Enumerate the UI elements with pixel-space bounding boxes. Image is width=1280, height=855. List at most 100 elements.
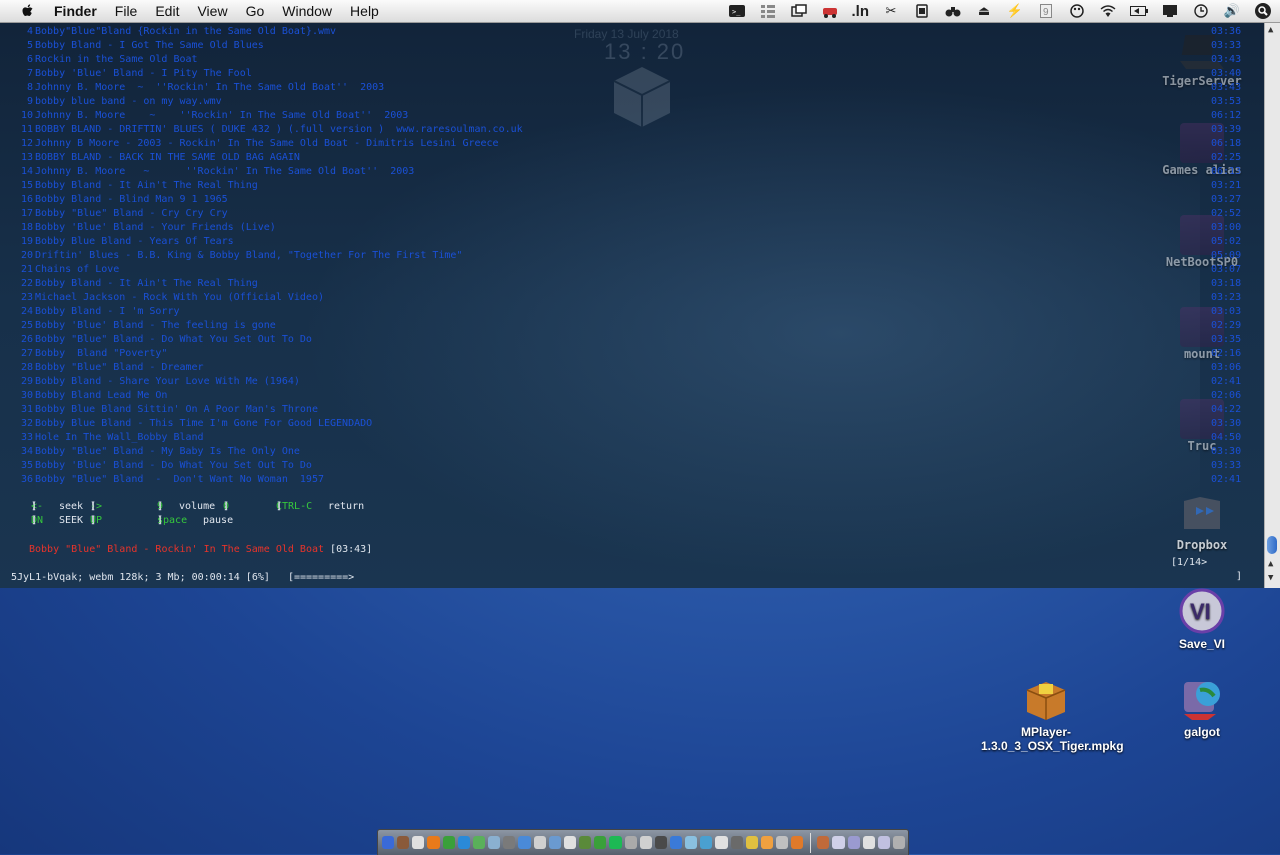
- playlist-row[interactable]: 16 Bobby Bland - Blind Man 9 1 1965: [7, 193, 523, 207]
- dock-folder-icon[interactable]: [877, 836, 891, 849]
- scissors-icon[interactable]: ✂: [882, 3, 900, 19]
- playlist-row[interactable]: 7 Bobby 'Blue' Bland - I Pity The Fool: [7, 67, 523, 81]
- playlist-row[interactable]: 25 Bobby 'Blue' Bland - The feeling is go…: [7, 319, 523, 333]
- dock-app-icon[interactable]: [654, 836, 667, 849]
- menu-help[interactable]: Help: [350, 3, 379, 19]
- palette-icon[interactable]: [1068, 3, 1086, 19]
- terminal-icon[interactable]: >_: [728, 3, 746, 19]
- playlist-row[interactable]: 17 Bobby "Blue" Bland - Cry Cry Cry: [7, 207, 523, 221]
- dock-app-icon[interactable]: [518, 836, 531, 849]
- playlist-row[interactable]: 27 Bobby Bland "Poverty": [7, 347, 523, 361]
- dock-folder-icon[interactable]: [817, 836, 830, 849]
- dock-app-icon[interactable]: [624, 836, 637, 849]
- dock-app-icon[interactable]: [488, 836, 501, 849]
- dock-app-icon[interactable]: [457, 836, 470, 849]
- apple-menu-icon[interactable]: [20, 3, 36, 19]
- dock-app-icon[interactable]: [472, 836, 486, 849]
- dock-app-icon[interactable]: [715, 836, 728, 849]
- terminal-window[interactable]: Friday 13 July 2018 13 : 20 TigerServer …: [0, 23, 1280, 588]
- playlist-row[interactable]: 14 Johnny B. Moore ~ ''Rockin' In The Sam…: [7, 165, 523, 179]
- playlist-row[interactable]: 22 Bobby Bland - It Ain't The Real Thing: [7, 277, 523, 291]
- bolt-icon[interactable]: ⚡: [1006, 3, 1024, 19]
- wifi-icon[interactable]: [1099, 3, 1117, 19]
- dock-app-icon[interactable]: [609, 836, 622, 849]
- dock-app-icon[interactable]: [760, 836, 774, 849]
- playlist-row[interactable]: 11 BOBBY BLAND - DRIFTIN' BLUES ( DUKE 43…: [7, 123, 523, 137]
- eject-icon[interactable]: ⏏: [975, 3, 993, 19]
- playlist-row[interactable]: 24 Bobby Bland - I 'm Sorry: [7, 305, 523, 319]
- playlist-row[interactable]: 4 Bobby"Blue"Bland {Rockin in the Same Ol…: [7, 25, 523, 39]
- playlist-row[interactable]: 35 Bobby 'Blue' Bland - Do What You Set O…: [7, 459, 523, 473]
- dock-folder-icon[interactable]: [893, 836, 906, 849]
- ln-menu-text[interactable]: .ln: [852, 3, 870, 20]
- dock-app-icon[interactable]: [730, 836, 743, 849]
- playlist-row[interactable]: 9 bobby blue band - on my way.wmv: [7, 95, 523, 109]
- dock-app-icon[interactable]: [563, 836, 577, 849]
- binoculars-icon[interactable]: [944, 3, 962, 19]
- playlist-row[interactable]: 28 Bobby "Blue" Bland - Dreamer: [7, 361, 523, 375]
- nine-icon[interactable]: 9: [1037, 3, 1055, 19]
- playlist-row[interactable]: 8 Johnny B. Moore ~ ''Rockin' In The Same…: [7, 81, 523, 95]
- playlist-row[interactable]: 36 Bobby "Blue" Bland - Don't Want No Wom…: [7, 473, 523, 487]
- dock-app-icon[interactable]: [579, 836, 592, 849]
- dock-app-icon[interactable]: [639, 836, 652, 849]
- car-icon[interactable]: [821, 3, 839, 19]
- playlist-row[interactable]: 12 Johnny B Moore - 2003 - Rockin' In The…: [7, 137, 523, 151]
- desktop-icon-truc[interactable]: Truc: [1137, 399, 1267, 453]
- playlist-row[interactable]: 30 Bobby Bland Lead Me On: [7, 389, 523, 403]
- playlist-row[interactable]: 23 Michael Jackson - Rock With You (Offic…: [7, 291, 523, 305]
- dock-app-icon[interactable]: [503, 836, 516, 849]
- dock-app-icon[interactable]: [669, 836, 683, 849]
- playlist-row[interactable]: 6 Rockin in the Same Old Boat: [7, 53, 523, 67]
- dock-app-icon[interactable]: [700, 836, 713, 849]
- desktop-icon-save-vi[interactable]: VI Save_VI: [1137, 588, 1267, 651]
- scroll-up-arrow-icon[interactable]: ▲: [1268, 559, 1273, 569]
- dock-app-icon[interactable]: [533, 836, 546, 849]
- dock-app-icon[interactable]: [776, 836, 789, 849]
- dock-app-icon[interactable]: [685, 836, 698, 849]
- scrollbar-thumb[interactable]: [1267, 536, 1277, 554]
- playlist-row[interactable]: 20 Driftin' Blues - B.B. King & Bobby Bla…: [7, 249, 523, 263]
- menu-edit[interactable]: Edit: [155, 3, 179, 19]
- menu-window[interactable]: Window: [282, 3, 332, 19]
- dock-app-icon[interactable]: [412, 836, 425, 849]
- desktop-icon-tigerserver[interactable]: TigerServer: [1137, 31, 1267, 88]
- dock-app-icon[interactable]: [548, 836, 561, 849]
- scrollbar[interactable]: ▲ ▲ ▼: [1264, 23, 1280, 588]
- spaces-icon[interactable]: [790, 3, 808, 19]
- dock-folder-icon[interactable]: [862, 836, 875, 849]
- menu-view[interactable]: View: [197, 3, 227, 19]
- playlist-row[interactable]: 10 Johnny B. Moore ~ ''Rockin' In The Sam…: [7, 109, 523, 123]
- volume-icon[interactable]: 🔊: [1223, 3, 1241, 19]
- desktop-icon-games-alias[interactable]: Games alias: [1137, 123, 1267, 177]
- display-icon[interactable]: [1161, 3, 1179, 19]
- grid-icon[interactable]: [759, 3, 777, 19]
- clipboard-icon[interactable]: [913, 3, 931, 19]
- desktop-icon-galgot[interactable]: galgot: [1137, 676, 1267, 739]
- playlist-row[interactable]: 34 Bobby "Blue" Bland - My Baby Is The On…: [7, 445, 523, 459]
- dock-folder-icon[interactable]: [847, 836, 860, 849]
- dock-app-icon[interactable]: [791, 836, 804, 849]
- dock-app-icon[interactable]: [442, 836, 455, 849]
- dock-app-icon[interactable]: [397, 836, 410, 849]
- desktop-icon-mplayer-package[interactable]: MPlayer-1.3.0_3_OSX_Tiger.mpkg: [981, 676, 1124, 753]
- playlist-row[interactable]: 26 Bobby "Blue" Bland - Do What You Set O…: [7, 333, 523, 347]
- playlist-row[interactable]: 32 Bobby Blue Bland - This Time I'm Gone …: [7, 417, 523, 431]
- menu-file[interactable]: File: [115, 3, 138, 19]
- desktop-icon-mount[interactable]: mount: [1137, 307, 1267, 361]
- battery-icon[interactable]: [1130, 3, 1148, 19]
- playlist-row[interactable]: 15 Bobby Bland - It Ain't The Real Thing: [7, 179, 523, 193]
- playlist-row[interactable]: 21 Chains of Love: [7, 263, 523, 277]
- desktop-icon-netbootsp0[interactable]: NetBootSP0: [1137, 215, 1267, 269]
- dock-folder-icon[interactable]: [832, 836, 845, 849]
- dock-app-icon[interactable]: [382, 836, 395, 849]
- playlist-row[interactable]: 5 Bobby Bland - I Got The Same Old Blues: [7, 39, 523, 53]
- scroll-up-arrow-icon[interactable]: ▲: [1268, 25, 1273, 35]
- playlist-row[interactable]: 18 Bobby 'Blue' Bland - Your Friends (Liv…: [7, 221, 523, 235]
- playlist-row[interactable]: 29 Bobby Bland - Share Your Love With Me …: [7, 375, 523, 389]
- spotlight-icon[interactable]: [1254, 3, 1272, 19]
- scroll-down-arrow-icon[interactable]: ▼: [1268, 573, 1273, 583]
- desktop-icon-dropbox[interactable]: Dropbox: [1137, 491, 1267, 552]
- dock-app-icon[interactable]: [745, 836, 758, 849]
- menu-finder[interactable]: Finder: [54, 3, 97, 19]
